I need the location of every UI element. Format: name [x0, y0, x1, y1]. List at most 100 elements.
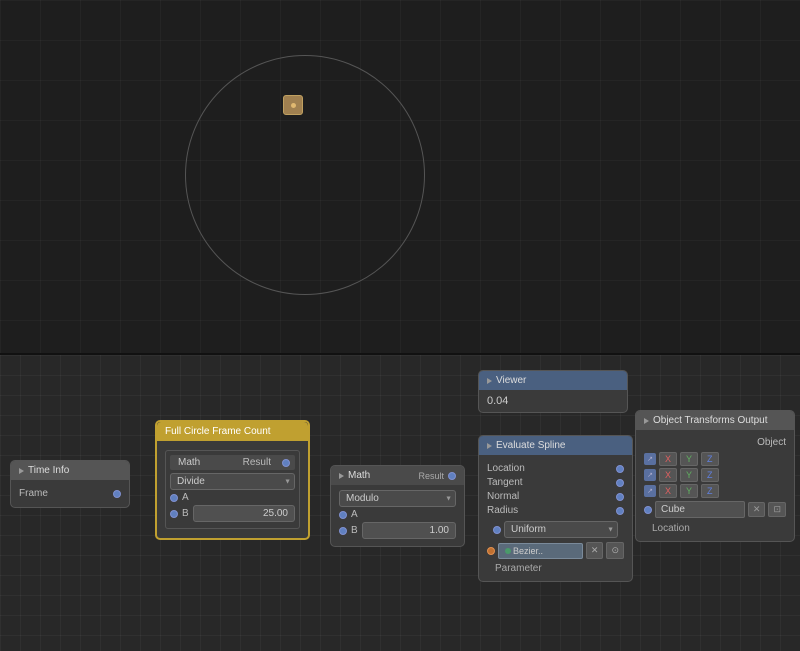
- radius-socket: [616, 507, 624, 515]
- location-bottom-label: Location: [644, 521, 786, 536]
- inner-math-header: Math Result: [170, 455, 295, 470]
- arrow-icon-2: ↗: [644, 469, 656, 481]
- x-btn-2[interactable]: X: [659, 468, 677, 482]
- math-b-label: B: [347, 525, 362, 536]
- object-transforms-node: Object Transforms Output Object ↗ X Y Z …: [635, 410, 795, 542]
- collapse-icon: [19, 468, 24, 474]
- full-circle-node: Full Circle Frame Count Math Result Divi…: [155, 420, 310, 540]
- node-editor: Time Info Frame Full Circle Frame Count …: [0, 355, 800, 651]
- inner-math-node: Math Result Divide A B 25.00: [165, 450, 300, 529]
- viewer-header: Viewer: [479, 371, 627, 390]
- z-btn-1[interactable]: Z: [701, 452, 719, 466]
- math-a-socket: [339, 511, 347, 519]
- frame-output-socket: [113, 490, 121, 498]
- uniform-row: Uniform: [487, 519, 624, 540]
- xyz-row-3: ↗ X Y Z: [644, 484, 786, 498]
- bezier-button[interactable]: Bezier..: [498, 543, 583, 559]
- viewer-value: 0.04: [479, 390, 627, 412]
- xyz-row-2: ↗ X Y Z: [644, 468, 786, 482]
- arrow-icon-3: ↗: [644, 485, 656, 497]
- tangent-row: Tangent: [487, 477, 624, 488]
- viewer-node: Viewer 0.04: [478, 370, 628, 413]
- eval-title: Evaluate Spline: [496, 440, 566, 451]
- time-info-node: Time Info Frame: [10, 460, 130, 508]
- tangent-socket: [616, 479, 624, 487]
- tangent-label: Tangent: [487, 477, 523, 488]
- a-socket: [170, 494, 178, 502]
- eval-collapse-icon: [487, 443, 492, 449]
- cube-row: Cube ✕ ⊡: [644, 501, 786, 518]
- math-a-label: A: [347, 509, 362, 520]
- xyz-row-1: ↗ X Y Z: [644, 452, 786, 466]
- location-socket: [616, 465, 624, 473]
- a-label: A: [178, 492, 193, 503]
- b-value[interactable]: 25.00: [193, 505, 295, 522]
- b-row: B 25.00: [170, 505, 295, 522]
- normal-label: Normal: [487, 491, 519, 502]
- operation-dropdown-wrapper[interactable]: Divide: [170, 473, 295, 490]
- b-socket: [170, 510, 178, 518]
- uniform-select[interactable]: Uniform: [504, 521, 618, 538]
- time-info-header: Time Info: [11, 461, 129, 480]
- a-row: A: [170, 492, 295, 503]
- math-b-socket: [339, 527, 347, 535]
- cube-clear-btn[interactable]: ✕: [748, 502, 766, 517]
- math-b-row: B 1.00: [339, 522, 456, 539]
- bezier-row: Bezier.. ✕ ⊙: [487, 542, 624, 559]
- normal-row: Normal: [487, 491, 624, 502]
- bezier-input-socket: [487, 547, 495, 555]
- oto-header: Object Transforms Output: [636, 411, 794, 430]
- y-btn-2[interactable]: Y: [680, 468, 698, 482]
- viewer-collapse-icon: [487, 378, 492, 384]
- radius-label: Radius: [487, 505, 518, 516]
- parameter-label: Parameter: [487, 561, 624, 576]
- uniform-wrapper[interactable]: Uniform: [504, 521, 618, 538]
- y-btn-3[interactable]: Y: [680, 484, 698, 498]
- cube-input-socket: [644, 506, 652, 514]
- math-result-socket: [448, 472, 456, 480]
- viewport: [0, 0, 800, 355]
- z-btn-2[interactable]: Z: [701, 468, 719, 482]
- math-header: Math Result: [331, 466, 464, 485]
- operation-select[interactable]: Divide: [170, 473, 295, 490]
- radius-row: Radius: [487, 505, 624, 516]
- math-b-value[interactable]: 1.00: [362, 522, 456, 539]
- math-result-label: Result: [418, 471, 444, 481]
- math-op-wrapper[interactable]: Modulo: [339, 490, 456, 507]
- cube-field[interactable]: Cube: [655, 501, 745, 518]
- fcfc-title: Full Circle Frame Count: [165, 426, 271, 437]
- viewer-title: Viewer: [496, 375, 526, 386]
- result-label: Result: [243, 457, 279, 468]
- math-collapse-icon: [339, 473, 344, 479]
- oto-title: Object Transforms Output: [653, 415, 768, 426]
- bezier-dot-icon: [505, 548, 511, 554]
- math-title: Math: [348, 470, 370, 481]
- eval-header: Evaluate Spline: [479, 436, 632, 455]
- normal-socket: [616, 493, 624, 501]
- inner-math-title: Math: [178, 457, 200, 468]
- evaluate-spline-node: Evaluate Spline Location Tangent Normal …: [478, 435, 633, 582]
- x-btn-3[interactable]: X: [659, 484, 677, 498]
- circle-origin-dot: [283, 95, 303, 115]
- location-row: Location: [487, 463, 624, 474]
- b-label: B: [178, 508, 193, 519]
- bezier-pick-btn[interactable]: ⊙: [606, 542, 624, 559]
- fcfc-header: Full Circle Frame Count: [157, 422, 308, 441]
- bezier-label: Bezier..: [513, 546, 543, 556]
- object-section-label: Object: [644, 435, 786, 450]
- math-a-row: A: [339, 509, 456, 520]
- x-btn-1[interactable]: X: [659, 452, 677, 466]
- uniform-socket: [493, 526, 501, 534]
- frame-label: Frame: [19, 488, 48, 499]
- location-label: Location: [487, 463, 525, 474]
- arrow-icon-1: ↗: [644, 453, 656, 465]
- z-btn-3[interactable]: Z: [701, 484, 719, 498]
- bezier-target-btn[interactable]: ✕: [586, 542, 604, 559]
- circle-shape: [185, 55, 425, 295]
- math-node: Math Result Modulo A B 1.00: [330, 465, 465, 547]
- result-socket: [282, 459, 290, 467]
- math-op-select[interactable]: Modulo: [339, 490, 456, 507]
- cube-pick-btn[interactable]: ⊡: [768, 502, 786, 517]
- oto-collapse-icon: [644, 418, 649, 424]
- y-btn-1[interactable]: Y: [680, 452, 698, 466]
